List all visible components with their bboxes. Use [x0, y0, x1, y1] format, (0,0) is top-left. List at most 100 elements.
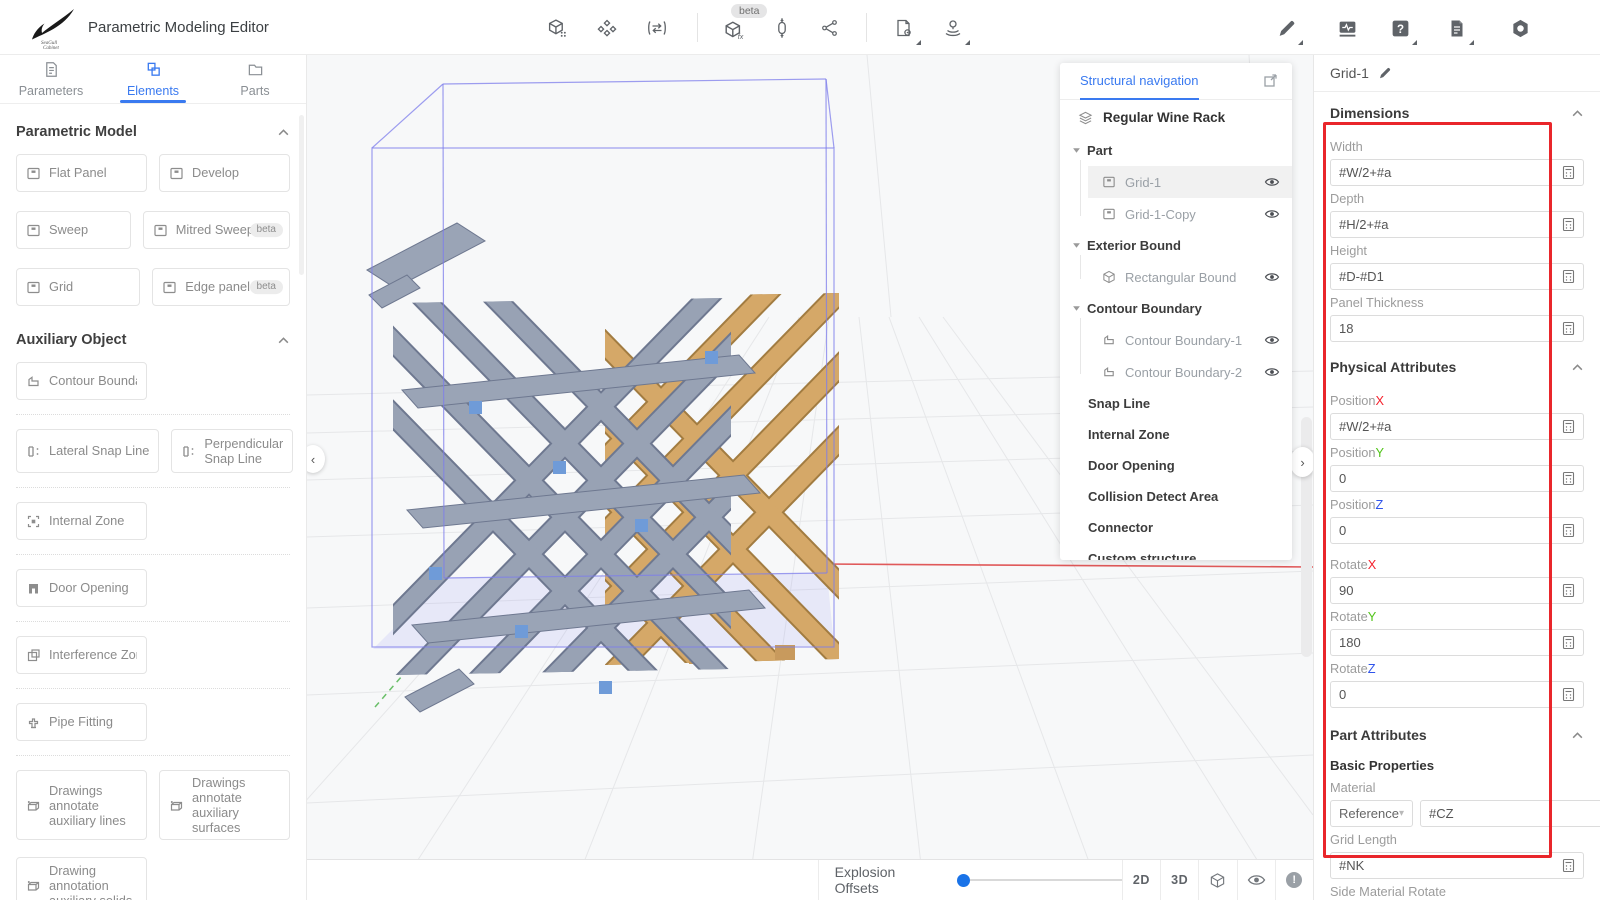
node-graph-icon[interactable]: [818, 16, 842, 40]
pipe-fitting-button[interactable]: Pipe Fitting: [16, 703, 147, 741]
internal-zone-button[interactable]: Internal Zone: [16, 502, 147, 540]
width-input[interactable]: [1339, 165, 1562, 180]
section-part-attributes[interactable]: Part Attributes: [1314, 714, 1600, 756]
section-physical-attributes[interactable]: Physical Attributes: [1314, 346, 1600, 388]
tab-parameters[interactable]: Parameters: [0, 55, 102, 103]
explosion-offsets-label: Explosion Offsets: [819, 860, 958, 900]
position-y-input[interactable]: [1339, 471, 1562, 486]
tree-group-connector[interactable]: Connector: [1060, 512, 1292, 543]
view-3d-button[interactable]: 3D: [1160, 860, 1198, 900]
flat-panel-button[interactable]: Flat Panel: [16, 154, 147, 192]
depth-input[interactable]: [1339, 217, 1562, 232]
formula-calculator-icon[interactable]: [1562, 419, 1575, 434]
material-value-input[interactable]: [1429, 806, 1600, 821]
slider-track[interactable]: [970, 879, 1122, 881]
section-auxiliary-object[interactable]: Auxiliary Object: [16, 332, 290, 348]
swap-convert-icon[interactable]: [645, 16, 669, 40]
visibility-eye-icon[interactable]: [1264, 271, 1280, 283]
link-constraint-icon[interactable]: [770, 16, 794, 40]
visibility-eye-icon[interactable]: [1264, 208, 1280, 220]
position-x-input[interactable]: [1339, 419, 1562, 434]
tree-item-contour-boundary-1[interactable]: Contour Boundary-1: [1088, 324, 1292, 356]
drawings-annotate-lines-button[interactable]: Drawings annotate auxiliary lines: [16, 770, 147, 840]
tree-group-custom-structure[interactable]: Custom structure: [1060, 543, 1292, 560]
sweep-button[interactable]: Sweep: [16, 211, 131, 249]
visibility-toggle-button[interactable]: [1237, 860, 1275, 900]
activity-monitor-icon[interactable]: [1335, 16, 1359, 40]
edit-pencil-icon[interactable]: [1274, 16, 1298, 40]
position-z-input[interactable]: [1339, 523, 1562, 538]
tree-group-internal-zone[interactable]: Internal Zone: [1060, 419, 1292, 450]
tree-item-contour-boundary-2[interactable]: Contour Boundary-2: [1088, 356, 1292, 388]
rotate-y-input[interactable]: [1339, 635, 1562, 650]
sidebar-scrollbar[interactable]: [299, 115, 304, 275]
isometric-cube-button[interactable]: [1198, 860, 1236, 900]
tab-parts[interactable]: Parts: [204, 55, 306, 103]
pattern-array-icon[interactable]: [595, 16, 619, 40]
settings-nut-icon[interactable]: [1508, 16, 1532, 40]
perpendicular-snap-line-button[interactable]: Perpendicular Snap Line: [171, 429, 293, 473]
height-input[interactable]: [1339, 269, 1562, 284]
visibility-eye-icon[interactable]: [1264, 176, 1280, 188]
formula-calculator-icon[interactable]: [1562, 269, 1575, 284]
door-opening-button[interactable]: Door Opening: [16, 569, 147, 607]
visibility-eye-icon[interactable]: [1264, 366, 1280, 378]
formula-calculator-icon[interactable]: [1562, 217, 1575, 232]
view-2d-button[interactable]: 2D: [1122, 860, 1160, 900]
visibility-eye-icon[interactable]: [1264, 334, 1280, 346]
rotate-z-input[interactable]: [1339, 687, 1562, 702]
material-mode-select[interactable]: Reference ▾: [1330, 800, 1413, 827]
model-library-icon[interactable]: [545, 16, 569, 40]
panel-thickness-input[interactable]: [1339, 321, 1562, 336]
tree-group-door-opening[interactable]: Door Opening: [1060, 450, 1292, 481]
rotate-x-input[interactable]: [1339, 583, 1562, 598]
parametric-modeling-editor-window: SeaGull Cabinet Parametric Modeling Edit…: [0, 0, 1600, 900]
interference-zone-button[interactable]: Interference Zone: [16, 636, 147, 674]
viewport-3d[interactable]: Structural navigation Regular Wine Rack: [307, 55, 1313, 900]
formula-calculator-icon[interactable]: [1562, 165, 1575, 180]
tree-group-part[interactable]: Part: [1060, 135, 1292, 166]
door-opening-icon: [26, 581, 41, 596]
explosion-offsets-slider[interactable]: [957, 860, 1122, 900]
placement-globe-icon[interactable]: [941, 16, 965, 40]
contour-boundary-button[interactable]: Contour Boundary: [16, 362, 147, 400]
formula-calculator-icon[interactable]: [1562, 523, 1575, 538]
warnings-button[interactable]: !: [1275, 860, 1313, 900]
section-parametric-model[interactable]: Parametric Model: [16, 124, 290, 140]
formula-calculator-icon[interactable]: [1562, 687, 1575, 702]
slider-thumb[interactable]: [957, 874, 970, 887]
formula-calculator-icon[interactable]: [1562, 635, 1575, 650]
collapse-right-panel-handle[interactable]: ›: [1290, 447, 1313, 477]
tree-item-rectangular-bound[interactable]: Rectangular Bound: [1088, 261, 1292, 293]
help-icon[interactable]: ?: [1388, 16, 1412, 40]
release-notes-icon[interactable]: [1445, 16, 1469, 40]
formula-calculator-icon[interactable]: [1562, 583, 1575, 598]
lateral-snap-line-button[interactable]: Lateral Snap Line: [16, 429, 159, 473]
tree-item-grid-1[interactable]: Grid-1: [1088, 166, 1292, 198]
tree-group-collision-detect-area[interactable]: Collision Detect Area: [1060, 481, 1292, 512]
section-dimensions[interactable]: Dimensions: [1314, 92, 1600, 134]
rename-pencil-icon[interactable]: [1378, 66, 1392, 80]
expand-panel-icon[interactable]: [1263, 73, 1279, 89]
structural-navigation-tab[interactable]: Structural navigation: [1080, 63, 1199, 100]
tree-group-exterior-bound[interactable]: Exterior Bound: [1060, 230, 1292, 261]
document-settings-icon[interactable]: [892, 16, 916, 40]
drawing-annotation-solids-button[interactable]: Drawing annotation auxiliary solids: [16, 857, 147, 900]
tree-group-snap-line[interactable]: Snap Line: [1060, 388, 1292, 419]
edge-panel-button[interactable]: Edge panel beta: [152, 268, 290, 306]
formula-calculator-icon[interactable]: [1562, 471, 1575, 486]
cube-formula-icon[interactable]: fx: [723, 18, 747, 42]
tab-label: Parameters: [19, 84, 84, 98]
formula-calculator-icon[interactable]: [1562, 321, 1575, 336]
tab-elements[interactable]: Elements: [102, 55, 204, 103]
mitred-sweep-button[interactable]: Mitred Sweep beta: [143, 211, 290, 249]
grid-length-input[interactable]: [1339, 858, 1562, 873]
tree-group-contour-boundary[interactable]: Contour Boundary: [1060, 293, 1292, 324]
beta-badge: beta: [731, 4, 767, 18]
develop-button[interactable]: Develop: [159, 154, 290, 192]
tree-item-grid-1-copy[interactable]: Grid-1-Copy: [1088, 198, 1292, 230]
formula-calculator-icon[interactable]: [1562, 858, 1575, 873]
grid-button[interactable]: Grid: [16, 268, 140, 306]
tree-root-regular-wine-rack[interactable]: Regular Wine Rack: [1060, 100, 1292, 135]
drawings-annotate-surfaces-button[interactable]: Drawings annotate auxiliary surfaces: [159, 770, 290, 840]
